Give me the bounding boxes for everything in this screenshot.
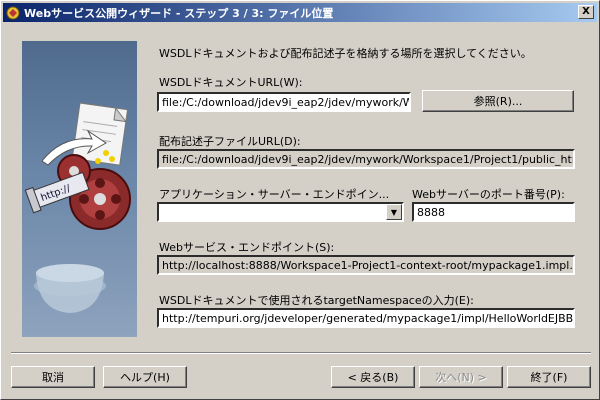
wsdl-url-label: WSDLドキュメントURL(W): bbox=[159, 76, 303, 89]
wsdl-url-input[interactable]: file:/C:/download/jdev9i_eap2/jdev/mywor… bbox=[157, 92, 411, 112]
descriptor-url-label: 配布記述子ファイルURL(D): bbox=[159, 135, 301, 148]
title-bar[interactable]: Webサービス公開ウィザード - ステップ 3 / 3: ファイル位置 X bbox=[3, 3, 597, 22]
web-service-endpoint-label: Webサービス・エンドポイント(S): bbox=[159, 241, 335, 254]
next-button-label: 次へ(N) > bbox=[435, 371, 487, 384]
app-server-endpoint-select[interactable]: ▼ bbox=[157, 202, 404, 222]
window-title: Webサービス公開ウィザード - ステップ 3 / 3: ファイル位置 bbox=[24, 6, 334, 20]
instruction-text: WSDLドキュメントおよび配布記述子を格納する場所を選択してください。 bbox=[159, 47, 532, 60]
app-server-endpoint-label: アプリケーション・サーバー・エンドポイン... bbox=[159, 188, 390, 201]
browse-button[interactable]: 参照(R)... bbox=[422, 90, 574, 112]
web-server-port-input[interactable]: 8888 bbox=[412, 202, 575, 222]
web-service-endpoint-field: http://localhost:8888/Workspace1-Project… bbox=[157, 255, 575, 275]
wizard-illustration: http:// bbox=[24, 102, 131, 313]
descriptor-url-field: file:/C:/download/jdev9i_eap2/jdev/mywor… bbox=[157, 149, 575, 169]
footer-separator bbox=[11, 352, 591, 354]
close-button[interactable]: X bbox=[578, 5, 594, 19]
target-namespace-input[interactable]: http://tempuri.org/jdeveloper/generated/… bbox=[157, 308, 575, 328]
web-server-port-label: Webサーバーのポート番号(P): bbox=[412, 188, 565, 201]
app-icon bbox=[6, 6, 20, 20]
cancel-button-label: 取消 bbox=[42, 371, 64, 384]
wizard-window: Webサービス公開ウィザード - ステップ 3 / 3: ファイル位置 X ht… bbox=[0, 0, 600, 400]
browse-button-label: 参照(R)... bbox=[473, 95, 523, 108]
finish-button-label: 終了(F) bbox=[530, 371, 568, 384]
help-button-label: ヘルプ(H) bbox=[120, 371, 170, 384]
back-button-label: < 戻る(B) bbox=[347, 371, 399, 384]
close-icon: X bbox=[582, 6, 590, 17]
next-button[interactable]: 次へ(N) > bbox=[419, 366, 503, 388]
help-button[interactable]: ヘルプ(H) bbox=[103, 366, 187, 388]
cup-image bbox=[34, 264, 106, 313]
finish-button[interactable]: 終了(F) bbox=[507, 366, 591, 388]
chevron-down-icon[interactable]: ▼ bbox=[386, 204, 402, 220]
cancel-button[interactable]: 取消 bbox=[11, 366, 95, 388]
back-button[interactable]: < 戻る(B) bbox=[331, 366, 415, 388]
wizard-graphic: http:// bbox=[22, 41, 137, 337]
target-namespace-label: WSDLドキュメントで使用されるtargetNamespaceの入力(E): bbox=[159, 294, 474, 307]
